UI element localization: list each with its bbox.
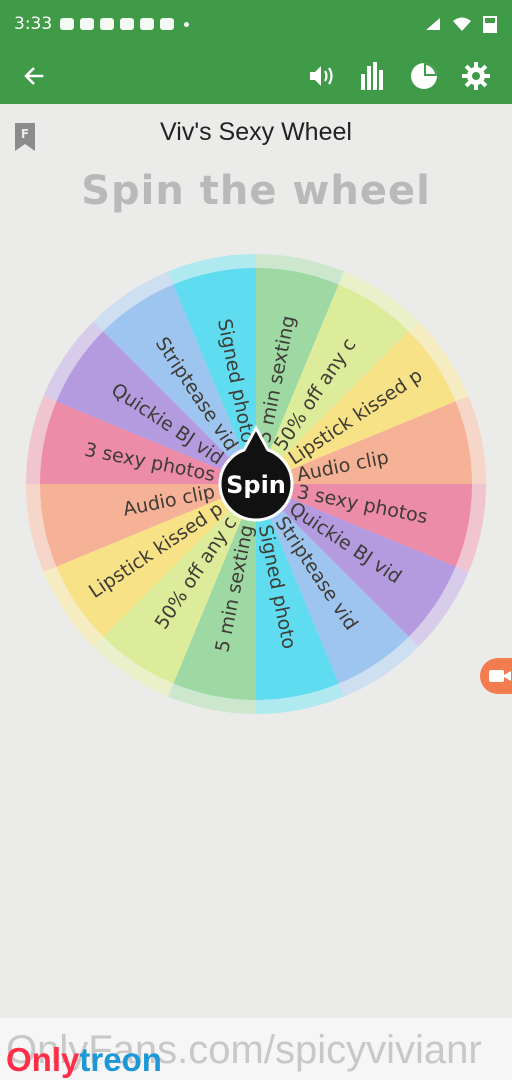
wheel-screen: F Viv's Sexy Wheel Spin the wheel 5 min … — [0, 104, 512, 1080]
spin-button-label: Spin — [226, 471, 286, 499]
watermark-logo: Only treon — [0, 1040, 168, 1080]
signal-icon — [426, 18, 440, 30]
battery-icon — [483, 16, 497, 33]
volume-icon[interactable] — [308, 63, 336, 89]
notification-icon — [80, 18, 95, 30]
notification-icon — [100, 18, 115, 30]
status-time: 3:33 — [14, 14, 53, 34]
settings-icon[interactable] — [462, 62, 490, 90]
bar-chart-icon[interactable] — [360, 62, 386, 90]
notification-icon — [160, 18, 175, 30]
system-icons — [424, 15, 498, 33]
record-button[interactable] — [480, 658, 512, 694]
arrow-left-icon[interactable] — [22, 64, 46, 88]
wifi-icon — [453, 17, 471, 31]
video-camera-icon — [489, 670, 511, 682]
notification-icon — [120, 18, 135, 30]
prize-wheel[interactable]: 5 min sexting50% off any cLipstick kisse… — [0, 104, 512, 724]
watermark-part2: treon — [79, 1041, 162, 1078]
app-bar — [0, 48, 512, 104]
more-notifications-icon — [184, 21, 190, 27]
notification-icon — [60, 18, 75, 30]
status-bar: 3:33 — [0, 0, 512, 48]
notification-icons — [60, 18, 190, 30]
pie-chart-icon[interactable] — [410, 62, 438, 90]
notification-icon — [140, 18, 155, 30]
watermark-part1: Only — [6, 1041, 80, 1078]
